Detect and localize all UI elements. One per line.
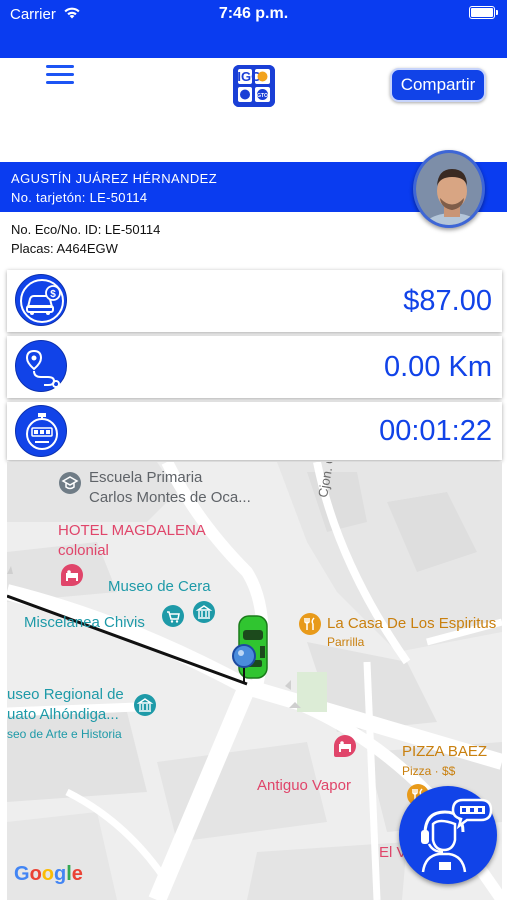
shop-pin-icon[interactable] [162,605,184,627]
restaurant-pin-icon[interactable] [299,613,321,635]
museum-pin-icon[interactable] [193,601,215,623]
sigo-logo: SIGO GTO [233,65,275,107]
map-label-antiguo-vapor: Antiguo Vapor [257,777,351,794]
map-label-parrilla: Parrilla [327,635,365,649]
vehicle-eco-id: No. Eco/No. ID: LE-50114 [11,222,161,237]
map-label-hotel-1: HOTEL MAGDALENA [58,522,206,539]
logo-subtext: GTO [257,93,268,99]
taxi-fare-icon: $ [15,274,67,326]
school-pin-icon[interactable] [59,472,81,494]
logo-letter: SIGO [233,69,261,84]
vehicle-plates: Placas: A464EGW [11,241,118,256]
museum-regional-pin-icon[interactable] [134,694,156,716]
fare-card: $ $87.00 [7,270,502,332]
time-card: 00:01:22 [7,402,502,460]
support-agent-taxi-icon [421,798,493,873]
share-button[interactable]: Compartir [390,68,486,102]
route-distance-icon [15,340,67,392]
hamburger-menu-icon[interactable] [46,64,74,86]
map-label-casa-espiritus: La Casa De Los Espiritus [327,615,497,632]
svg-text:$: $ [50,289,56,300]
top-navigation: SIGO GTO Compartir [0,58,507,162]
driver-name: AGUSTÍN JUÁREZ HÉRNANDEZ [11,171,218,186]
hotel-pin-icon[interactable] [61,564,83,586]
map-label-museo-cera: Museo de Cera [108,578,211,595]
stopwatch-icon [15,405,67,457]
map-label-pizza-1: PIZZA BAEZ [402,743,488,760]
map-label-museo-regional-3: seo de Arte e Historia [7,727,122,741]
hotel-vapor-pin-icon[interactable] [334,735,356,757]
map-label-pizza-2: Pizza · $$ [402,764,456,778]
map-label-museo-regional-2: uato Alhóndiga... [7,706,119,723]
status-time: 7:46 p.m. [218,5,289,22]
battery-icon [469,6,498,19]
map-label-museo-regional-1: useo Regional de [7,686,124,703]
support-agent-button[interactable] [399,786,497,884]
map-label-hotel-2: colonial [58,542,109,559]
distance-value: 0.00 Km [384,350,492,383]
map-label-school-2: Carlos Montes de Oca... [89,489,251,506]
status-bar: Carrier 7:46 p.m. [0,0,507,58]
elapsed-time-value: 00:01:22 [379,414,492,447]
google-logo: Google [14,863,83,885]
map-label-school-1: Escuela Primaria [89,469,203,486]
driver-license: No. tarjetón: LE-50114 [11,190,148,205]
driver-avatar [413,150,485,228]
fare-value: $87.00 [403,284,492,317]
distance-card: 0.00 Km [7,336,502,398]
map-label-miscelanea: Miscelanea Chivis [24,614,145,631]
